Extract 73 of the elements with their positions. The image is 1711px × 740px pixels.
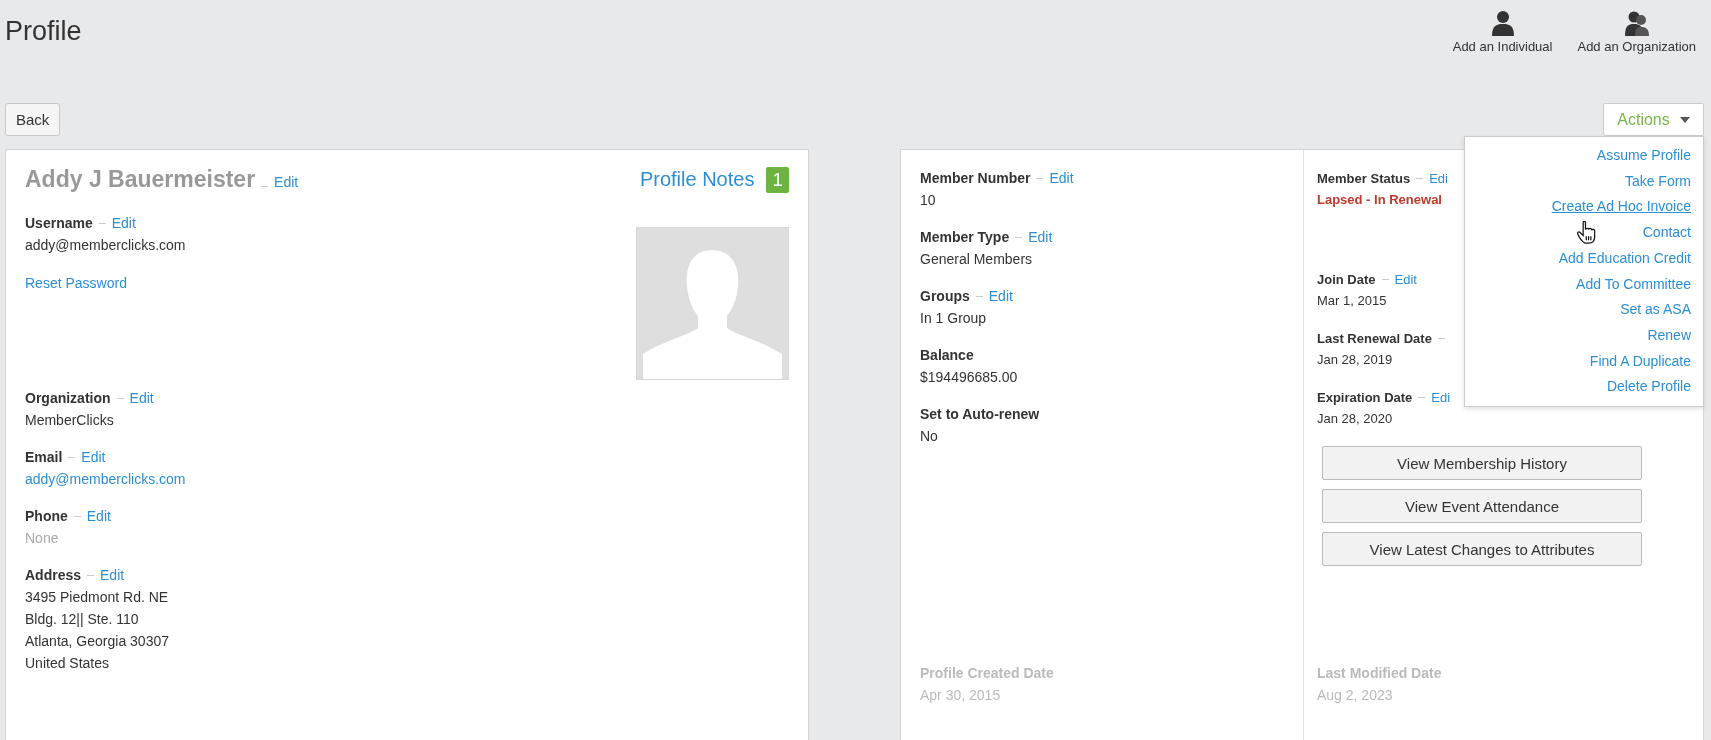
history-button[interactable]: View Latest Changes to Attributes xyxy=(1322,532,1642,566)
menu-item[interactable]: Add Education Credit xyxy=(1558,245,1691,272)
notes-count: 1 xyxy=(766,166,789,193)
field-value: Atlanta, Georgia 30307 xyxy=(25,632,169,651)
field-value: Jan 28, 2020 xyxy=(1317,410,1393,428)
edit-link[interactable]: Edit xyxy=(1394,269,1417,290)
hand-cursor-icon xyxy=(1577,221,1597,244)
field-value: No xyxy=(920,427,938,446)
field-value: Mar 1, 2015 xyxy=(1317,292,1387,310)
edit-link[interactable]: Edit xyxy=(81,447,106,468)
page-title: Profile xyxy=(5,16,82,47)
field-value: 3495 Piedmont Rd. NE xyxy=(25,588,169,607)
profile-notes-link[interactable]: Profile Notes xyxy=(639,168,755,191)
field-label: Phone xyxy=(25,507,68,526)
field-label: Organization xyxy=(25,389,111,408)
field-label: Join Date xyxy=(1317,271,1376,289)
field-value: In 1 Group xyxy=(920,309,987,328)
edit-link[interactable]: Edi xyxy=(1429,168,1448,189)
menu-item[interactable]: Assume Profile xyxy=(1596,143,1691,169)
people-icon xyxy=(1624,10,1649,36)
actions-button[interactable]: Actions xyxy=(1603,103,1704,136)
field-value: Aug 2, 2023 xyxy=(1317,686,1394,705)
field-label: Expiration Date xyxy=(1317,389,1413,407)
field-label: Groups xyxy=(920,287,970,306)
field-value: $194496685.00 xyxy=(920,368,1018,387)
field-label: Member Type xyxy=(920,228,1010,247)
field-label: Set to Auto-renew xyxy=(920,405,1040,424)
field-value: Lapsed - In Renewal xyxy=(1317,191,1442,209)
edit-link[interactable]: Edit xyxy=(1049,168,1074,189)
field-label: Username xyxy=(25,214,93,233)
field-label: Last Renewal Date xyxy=(1317,330,1432,348)
caret-icon xyxy=(1679,116,1690,123)
menu-item[interactable]: Renew xyxy=(1647,322,1691,349)
field-value: Jan 28, 2019 xyxy=(1317,351,1393,369)
header-action[interactable]: Add an Organization xyxy=(1577,10,1696,54)
menu-item[interactable]: Create Ad Hoc Invoice xyxy=(1551,194,1691,221)
field-value: MemberClicks xyxy=(25,411,114,430)
history-button[interactable]: View Membership History xyxy=(1322,446,1642,480)
edit-link[interactable]: Edit xyxy=(1028,227,1053,248)
edit-link[interactable]: Edit xyxy=(100,565,125,586)
field-value: Bldg. 12|| Ste. 110 xyxy=(25,610,139,629)
menu-item[interactable]: Find A Duplicate xyxy=(1589,348,1691,375)
edit-link[interactable]: Edit xyxy=(86,506,111,527)
field-label: Email xyxy=(25,448,63,467)
edit-link[interactable]: Edi xyxy=(1431,387,1451,408)
field-label: Profile Created Date xyxy=(920,664,1055,683)
person-icon xyxy=(1491,10,1514,36)
menu-item[interactable]: Contact xyxy=(1642,220,1691,246)
menu-item[interactable]: Take Form xyxy=(1624,168,1691,195)
field-label: Address xyxy=(25,566,82,585)
edit-link[interactable]: Edit xyxy=(111,213,136,234)
edit-link[interactable]: Edit xyxy=(129,388,154,409)
field-label: Member Number xyxy=(920,169,1031,188)
menu-item[interactable]: Add To Committee xyxy=(1576,271,1691,298)
link[interactable]: Reset Password xyxy=(25,272,127,294)
field-value: General Members xyxy=(920,250,1033,269)
field-label: Member Status xyxy=(1317,170,1411,188)
back-button[interactable]: Back xyxy=(5,103,61,136)
member-name: Addy J Bauermeister xyxy=(25,166,256,193)
field-value: United States xyxy=(25,654,110,673)
field-value: addy@memberclicks.com xyxy=(25,236,186,255)
field-value: Apr 30, 2015 xyxy=(920,686,1002,705)
link[interactable]: addy@memberclicks.com xyxy=(25,468,186,490)
edit-link[interactable]: Edit xyxy=(274,174,299,190)
field-value: 10 xyxy=(920,191,936,210)
header-action[interactable]: Add an Individual xyxy=(1452,10,1553,54)
field-label: Balance xyxy=(920,346,974,365)
edit-link[interactable]: Edit xyxy=(988,286,1013,307)
menu-item[interactable]: Delete Profile xyxy=(1606,374,1691,401)
field-label: Last Modified Date xyxy=(1317,664,1443,683)
history-button[interactable]: View Event Attendance xyxy=(1322,489,1642,523)
field-value: None xyxy=(25,529,59,548)
menu-item[interactable]: Set as ASA xyxy=(1620,297,1691,323)
